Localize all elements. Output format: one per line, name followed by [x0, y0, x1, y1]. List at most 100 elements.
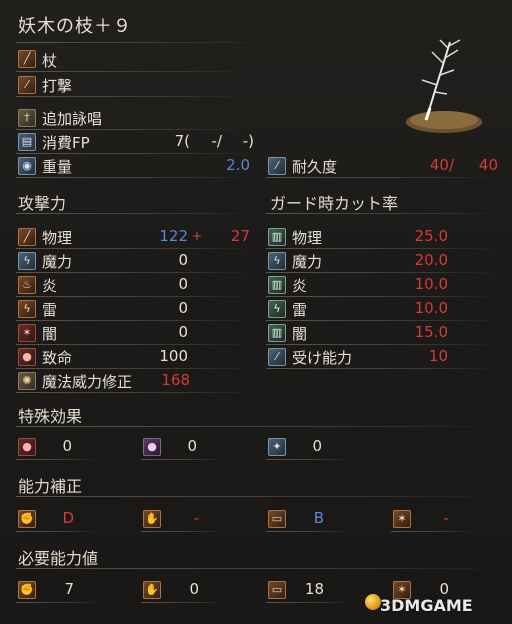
scaling-value: - [193, 509, 199, 527]
bonus-sign: + [192, 229, 203, 243]
divider [16, 496, 502, 497]
requirement-value: 7 [64, 580, 74, 598]
divider [141, 602, 225, 603]
dexterity-icon: ✋ [143, 510, 161, 528]
divider [16, 320, 256, 321]
guard-label: 闇 [292, 325, 308, 343]
attack-label: 魔力 [42, 253, 73, 271]
guard-value: 10.0 [414, 299, 448, 317]
guard-dark-icon: ▥ [268, 324, 286, 342]
attack-label: 炎 [42, 277, 58, 295]
weapon-skill: 追加詠唱 [42, 110, 103, 128]
title-divider [16, 42, 266, 43]
magic-icon: ϟ [18, 252, 36, 270]
requirement-value: 18 [304, 580, 324, 598]
critical-icon: ● [18, 348, 36, 366]
fp-cost-mid: -/ [211, 132, 222, 150]
divider [16, 272, 256, 273]
attack-physical-bonus: 27 [230, 227, 250, 245]
divider [266, 368, 502, 369]
durability-max: 40 [478, 156, 498, 174]
guard-physical-icon: ▥ [268, 228, 286, 246]
guard-value: 25.0 [414, 227, 448, 245]
spell-buff-value: 168 [161, 371, 190, 389]
fp-label: 消費FP [42, 134, 90, 152]
durability-current: 40/ [429, 156, 454, 174]
divider [141, 531, 225, 532]
intelligence-icon: ▭ [268, 581, 286, 599]
attack-value: 0 [178, 251, 188, 269]
attack-section-title: 攻撃力 [18, 194, 67, 213]
dexterity-icon: ✋ [143, 581, 161, 599]
fp-cost-end: -) [242, 132, 254, 150]
guard-label: 炎 [292, 277, 308, 295]
scaling-section-title: 能力補正 [18, 477, 83, 496]
frost-icon: ✦ [268, 438, 286, 456]
attack-value: 0 [178, 323, 188, 341]
requirements-section-title: 必要能力値 [18, 549, 99, 568]
weapon-type: 杖 [42, 52, 58, 70]
watermark-text: 3DMGAME [380, 596, 473, 615]
attack-label: 闇 [42, 325, 58, 343]
scaling-value: B [313, 509, 324, 527]
divider [16, 602, 100, 603]
guard-lightning-icon: ϟ [268, 300, 286, 318]
weight-icon: ◉ [18, 157, 36, 175]
divider [266, 213, 502, 214]
guard-value: 15.0 [414, 323, 448, 341]
lightning-icon: ϟ [18, 300, 36, 318]
guard-label: 魔力 [292, 253, 323, 271]
attack-label: 魔法威力修正 [42, 373, 133, 391]
guard-fire-icon: ▥ [268, 276, 286, 294]
divider [16, 568, 502, 569]
strike-icon: ⁄ [18, 76, 36, 94]
divider [16, 213, 256, 214]
divider [266, 248, 502, 249]
blood-drop-icon: ● [18, 438, 36, 456]
intelligence-icon: ▭ [268, 510, 286, 528]
guard-value: 10.0 [414, 275, 448, 293]
effect-value: 0 [312, 437, 322, 455]
spell-buff-icon: ✺ [18, 372, 36, 390]
guard-label: 受け能力 [292, 349, 353, 367]
guard-label: 雷 [292, 301, 308, 319]
divider [141, 459, 225, 460]
staff-type-icon: ╱ [18, 50, 36, 68]
scaling-value: - [443, 509, 449, 527]
strength-icon: ✊ [18, 581, 36, 599]
divider [16, 71, 246, 72]
divider [16, 177, 256, 178]
divider [16, 96, 246, 97]
divider [266, 344, 502, 345]
effect-value: 0 [187, 437, 197, 455]
guard-magic-icon: ϟ [268, 252, 286, 270]
attack-label: 致命 [42, 349, 73, 367]
divider [16, 153, 256, 154]
attack-value: 0 [178, 275, 188, 293]
effect-value: 0 [62, 437, 72, 455]
fp-icon: ▤ [18, 133, 36, 151]
divider [16, 531, 100, 532]
durability-icon: ⁄ [268, 157, 286, 175]
attack-physical-value: 122 [159, 227, 188, 245]
watermark-logo-icon [365, 594, 381, 610]
scaling-value: D [62, 509, 74, 527]
poison-icon: ● [143, 438, 161, 456]
dark-icon: ✶ [18, 324, 36, 342]
faith-icon: ✶ [393, 510, 411, 528]
divider [266, 531, 350, 532]
guard-section-title: ガード時カット率 [270, 194, 399, 213]
divider [16, 248, 256, 249]
weapon-name: 妖木の枝＋９ [18, 16, 132, 37]
divider [16, 392, 256, 393]
divider [391, 531, 475, 532]
divider [266, 320, 502, 321]
weight-value: 2.0 [226, 156, 250, 174]
weight-label: 重量 [42, 158, 73, 176]
effects-section-title: 特殊効果 [18, 407, 83, 426]
guard-value: 20.0 [414, 251, 448, 269]
divider [16, 129, 246, 130]
divider [266, 602, 350, 603]
divider [266, 177, 502, 178]
divider [16, 426, 502, 427]
